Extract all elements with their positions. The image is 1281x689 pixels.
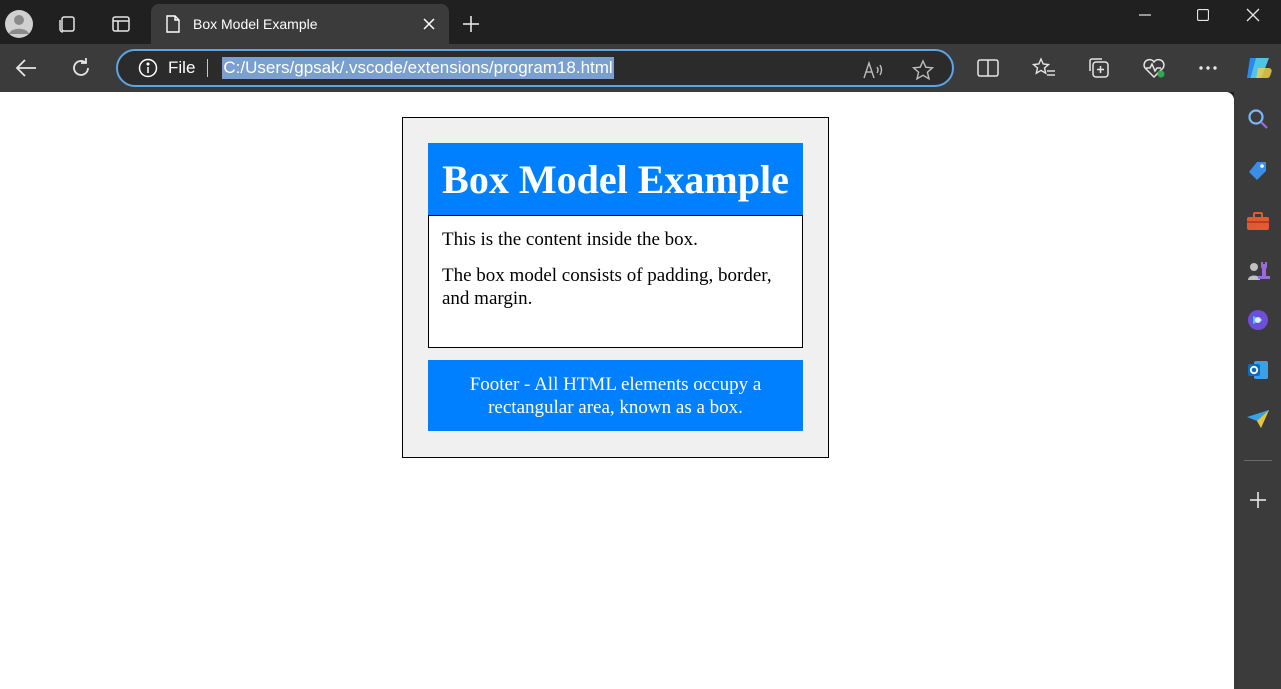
page-heading: Box Model Example [442,156,789,202]
tab-active[interactable]: Box Model Example [151,4,449,44]
minimize-icon[interactable] [1117,0,1173,30]
page-viewport: Box Model Example This is the content in… [0,92,1234,689]
collections-icon[interactable] [1083,52,1115,84]
page-header: Box Model Example [428,143,803,215]
tools-icon[interactable] [1245,208,1271,234]
new-tab-icon[interactable] [455,8,487,40]
split-screen-icon[interactable] [972,52,1004,84]
outlook-icon[interactable] [1245,357,1271,383]
address-bar[interactable]: File C:/Users/gpsak/.vscode/extensions/p… [116,49,954,87]
sidebar-divider [1244,460,1272,461]
page-icon [165,15,181,33]
content-box: This is the content inside the box. The … [428,215,803,348]
workspaces-icon[interactable] [50,6,86,42]
shopping-icon[interactable] [1245,158,1271,184]
edge-sidebar [1234,92,1281,689]
tab-actions-icon[interactable] [103,6,139,42]
title-bar: Box Model Example [0,0,1281,44]
favorites-icon[interactable] [1028,52,1060,84]
url-text[interactable]: C:/Users/gpsak/.vscode/extensions/progra… [222,57,614,79]
copilot-sidebar-icon[interactable] [1245,307,1271,333]
content-paragraph: This is the content inside the box. [442,229,698,250]
tab-title: Box Model Example [193,16,318,32]
send-icon[interactable] [1245,406,1271,432]
back-icon[interactable] [10,52,42,84]
page-footer: Footer - All HTML elements occupy a rect… [428,360,803,431]
games-icon[interactable] [1245,257,1271,283]
profile-avatar-icon[interactable] [1,6,37,42]
copilot-icon[interactable] [1243,52,1275,84]
site-info-icon[interactable] [138,58,158,78]
close-tab-icon[interactable] [417,12,441,36]
address-separator [207,59,209,77]
content-paragraph: The box model consists of padding, borde… [442,265,772,309]
close-window-icon[interactable] [1225,0,1281,30]
refresh-icon[interactable] [65,52,97,84]
navigation-toolbar: File C:/Users/gpsak/.vscode/extensions/p… [0,44,1281,92]
search-icon[interactable] [1245,106,1271,132]
maximize-icon[interactable] [1175,0,1231,30]
favorite-star-icon[interactable] [910,58,936,82]
more-icon[interactable] [1192,52,1224,84]
box-container: Box Model Example This is the content in… [402,117,829,458]
browser-essentials-icon[interactable] [1138,52,1170,84]
scheme-label: File [168,58,196,77]
add-icon[interactable] [1245,487,1271,513]
read-aloud-icon[interactable] [861,58,887,82]
